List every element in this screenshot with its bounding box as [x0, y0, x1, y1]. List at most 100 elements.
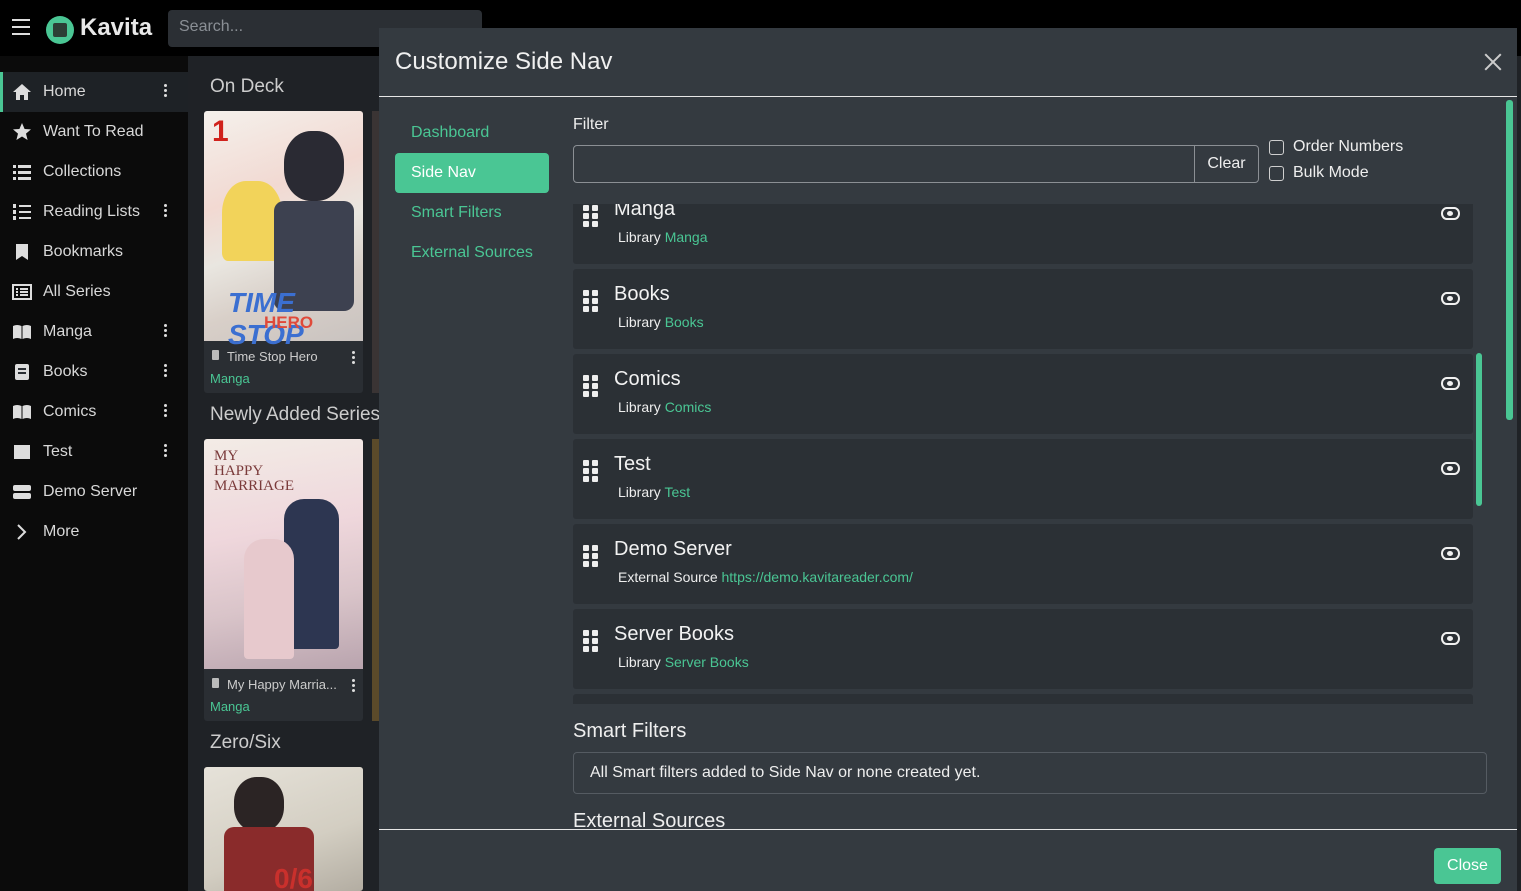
- side-nav-item-type: Library: [618, 399, 661, 415]
- section-title-zero-six[interactable]: Zero/Six: [210, 732, 281, 754]
- sidebar-item-manga[interactable]: Manga: [0, 312, 188, 352]
- section-title-on-deck[interactable]: On Deck: [210, 76, 284, 98]
- series-card[interactable]: 1 TIME STOP HERO Time Stop Hero Manga: [204, 111, 363, 393]
- visibility-eye-icon[interactable]: [1441, 462, 1460, 475]
- drag-handle-icon[interactable]: [583, 290, 599, 314]
- close-button[interactable]: Close: [1434, 848, 1501, 884]
- book-open-icon: [12, 403, 32, 421]
- sidebar-item-label: Reading Lists: [43, 203, 140, 220]
- checkbox-box[interactable]: [1269, 165, 1284, 181]
- side-nav-item-type: Library: [618, 314, 661, 330]
- side-nav-item-partial[interactable]: [573, 694, 1473, 704]
- sidebar-item-home[interactable]: Home: [0, 72, 188, 112]
- sidebar-item-reading-lists[interactable]: Reading Lists: [0, 192, 188, 232]
- book-open-icon: [12, 323, 32, 341]
- kavita-logo[interactable]: [46, 16, 74, 44]
- more-options-icon[interactable]: [164, 324, 168, 340]
- sidebar-item-test[interactable]: Test: [0, 432, 188, 472]
- modal-tabs: Dashboard Side Nav Smart Filters Externa…: [395, 113, 549, 273]
- drag-handle-icon[interactable]: [583, 630, 599, 654]
- sidebar-item-demo-server[interactable]: Demo Server: [0, 472, 188, 512]
- file-icon: [212, 350, 219, 360]
- side-nav-item[interactable]: Manga Library Manga: [573, 204, 1473, 264]
- smart-filters-heading: Smart Filters: [573, 720, 687, 742]
- hamburger-menu-icon[interactable]: [12, 19, 30, 35]
- side-nav-item-type: Library: [618, 229, 661, 245]
- series-cover-image[interactable]: 0/6: [204, 767, 363, 891]
- more-options-icon[interactable]: [164, 404, 168, 420]
- bulk-mode-checkbox[interactable]: Bulk Mode: [1269, 164, 1369, 182]
- order-numbers-label[interactable]: Order Numbers: [1293, 138, 1403, 156]
- side-nav-item[interactable]: Comics Library Comics: [573, 354, 1473, 434]
- bulk-mode-label[interactable]: Bulk Mode: [1293, 164, 1369, 182]
- drag-handle-icon[interactable]: [583, 460, 599, 484]
- bookmark-icon: [12, 243, 32, 261]
- side-nav-item[interactable]: Books Library Books: [573, 269, 1473, 349]
- sidebar-item-all-series[interactable]: All Series: [0, 272, 188, 312]
- series-title[interactable]: Time Stop Hero: [227, 349, 318, 364]
- visibility-eye-icon[interactable]: [1441, 547, 1460, 560]
- side-nav-item-type: Library: [618, 654, 661, 670]
- series-library[interactable]: Manga: [210, 371, 250, 386]
- side-nav-item-list[interactable]: Manga Library Manga Books Library Books Comi…: [573, 204, 1473, 704]
- sidebar-item-want-to-read[interactable]: Want To Read: [0, 112, 188, 152]
- modal-scrollbar[interactable]: [1506, 100, 1513, 420]
- sidebar-item-books[interactable]: Books: [0, 352, 188, 392]
- sidebar-item-comics[interactable]: Comics: [0, 392, 188, 432]
- modal-footer: Close: [379, 829, 1517, 891]
- sidebar-item-bookmarks[interactable]: Bookmarks: [0, 232, 188, 272]
- series-library[interactable]: Manga: [210, 699, 250, 714]
- side-nav-item[interactable]: Demo Server External Source https://demo.…: [573, 524, 1473, 604]
- side-nav-item[interactable]: Test Library Test: [573, 439, 1473, 519]
- more-options-icon[interactable]: [164, 84, 168, 100]
- tab-side-nav[interactable]: Side Nav: [395, 153, 549, 193]
- more-options-icon[interactable]: [164, 364, 168, 380]
- more-options-icon[interactable]: [164, 444, 168, 460]
- side-nav-item-value: Books: [664, 314, 704, 330]
- series-card[interactable]: 0/6: [204, 767, 363, 891]
- side-nav-item-detail: Library Books: [618, 314, 704, 330]
- series-card[interactable]: MY HAPPY MARRIAGE My Happy Marria... Manga: [204, 439, 363, 721]
- sidebar-item-label: Test: [43, 443, 73, 460]
- tab-smart-filters[interactable]: Smart Filters: [395, 193, 549, 233]
- chevron-right-icon: [12, 523, 32, 541]
- sidebar-item-collections[interactable]: Collections: [0, 152, 188, 192]
- visibility-eye-icon[interactable]: [1441, 632, 1460, 645]
- series-cover-image[interactable]: MY HAPPY MARRIAGE: [204, 439, 363, 669]
- series-cover-image[interactable]: 1 TIME STOP HERO: [204, 111, 363, 350]
- side-nav-item-detail: Library Server Books: [618, 654, 749, 670]
- series-title[interactable]: My Happy Marria...: [227, 677, 337, 692]
- sidebar-item-more[interactable]: More: [0, 512, 188, 552]
- visibility-eye-icon[interactable]: [1441, 292, 1460, 305]
- more-options-icon[interactable]: [164, 204, 168, 220]
- brand-name[interactable]: Kavita: [80, 14, 152, 42]
- side-nav-item[interactable]: Server Books Library Server Books: [573, 609, 1473, 689]
- drag-handle-icon[interactable]: [583, 545, 599, 569]
- card-actions-icon[interactable]: [352, 679, 355, 693]
- side-nav-item-name: Demo Server: [614, 538, 732, 560]
- order-numbers-checkbox[interactable]: Order Numbers: [1269, 138, 1403, 156]
- book-icon: [12, 363, 32, 381]
- sidebar-item-label: Collections: [43, 163, 122, 180]
- modal-title: Customize Side Nav: [395, 48, 613, 75]
- side-nav-item-value: Test: [664, 484, 691, 500]
- checkbox-box[interactable]: [1269, 139, 1284, 155]
- sidebar-item-label: Manga: [43, 323, 92, 340]
- card-actions-icon[interactable]: [352, 351, 355, 365]
- filter-input[interactable]: [573, 145, 1195, 183]
- side-nav-item-name: Test: [614, 453, 651, 475]
- tab-external-sources[interactable]: External Sources: [395, 233, 549, 273]
- drag-handle-icon[interactable]: [583, 375, 599, 399]
- side-nav-item-name: Comics: [614, 368, 681, 390]
- visibility-eye-icon[interactable]: [1441, 377, 1460, 390]
- side-nav-item-type: External Source: [618, 569, 718, 585]
- list-scrollbar[interactable]: [1476, 353, 1482, 506]
- tab-dashboard[interactable]: Dashboard: [395, 113, 549, 153]
- close-icon[interactable]: [1483, 52, 1503, 72]
- side-nav: Home Want To Read Collections Reading Lists…: [0, 72, 188, 891]
- visibility-eye-icon[interactable]: [1441, 207, 1460, 220]
- clear-button[interactable]: Clear: [1194, 145, 1259, 183]
- drag-handle-icon[interactable]: [583, 205, 599, 229]
- section-title-newly-added[interactable]: Newly Added Series: [210, 404, 380, 426]
- sidebar-item-label: Comics: [43, 403, 97, 420]
